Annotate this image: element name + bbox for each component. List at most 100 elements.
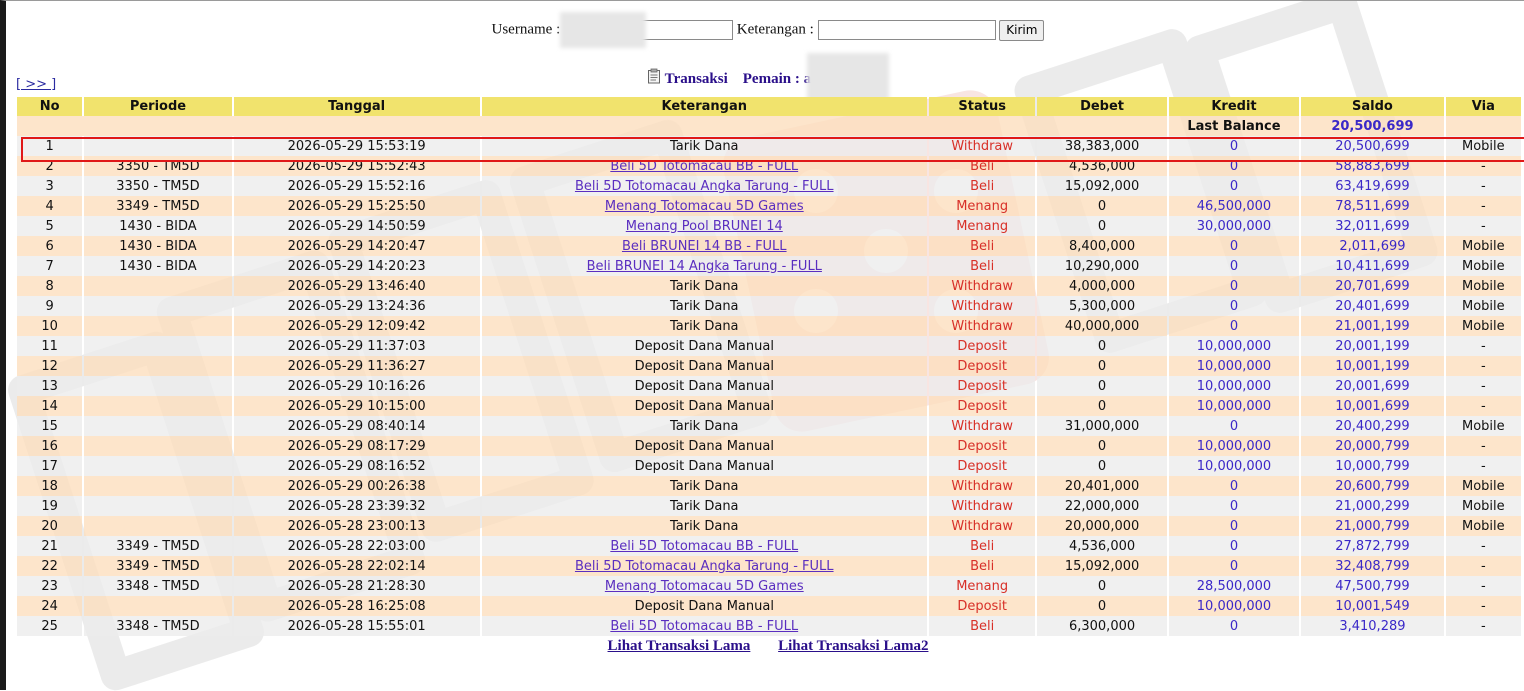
cell-debet: 0 [1037,356,1167,376]
cell-kredit: 10,000,000 [1168,336,1300,356]
cell-kredit: 10,000,000 [1168,356,1300,376]
cell-no: 23 [17,576,83,596]
cell-no: 24 [17,596,83,616]
keterangan-link[interactable]: Menang Pool BRUNEI 14 [626,219,783,234]
cell-status: Withdraw [929,516,1036,536]
cell-keterangan: Deposit Dana Manual [481,396,927,416]
cell-via: - [1445,556,1521,576]
cell-kredit: 0 [1168,536,1300,556]
column-header: Tanggal [233,97,480,116]
cell-via: Mobile [1445,516,1521,536]
cell-status: Withdraw [929,496,1036,516]
cell-periode: 3349 - TM5D [84,196,232,216]
cell-keterangan: Deposit Dana Manual [481,356,927,376]
keterangan-link[interactable]: Beli BRUNEI 14 BB - FULL [622,239,787,254]
cell-periode [84,296,232,316]
last-balance-label: Last Balance [1168,116,1300,136]
cell-tanggal: 2026-05-29 14:20:47 [233,236,480,256]
cell-saldo: 20,401,699 [1301,296,1444,316]
cell-keterangan: Beli 5D Totomacau BB - FULL [481,156,927,176]
cell-via: - [1445,616,1521,636]
transactions-table: No Periode Tanggal Keterangan Status Debet Kre… [15,97,1523,636]
cell-saldo: 2,011,699 [1301,236,1444,256]
keterangan-link[interactable]: Beli 5D Totomacau BB - FULL [610,619,798,634]
cell-via: - [1445,396,1521,416]
cell-keterangan: Menang Totomacau 5D Games [481,576,927,596]
table-row: 11 2026-05-29 11:37:03 Deposit Dana Manual… [17,336,1521,356]
cell-no: 20 [17,516,83,536]
table-header-row: No Periode Tanggal Keterangan Status Debet Kre… [17,97,1521,116]
keterangan-link[interactable]: Menang Totomacau 5D Games [605,579,804,594]
lihat-transaksi-lama-link[interactable]: Lihat Transaksi Lama [608,638,751,654]
table-row: 6 1430 - BIDA 2026-05-29 14:20:47 Beli BRUN… [17,236,1521,256]
keterangan-link[interactable]: Beli 5D Totomacau Angka Tarung - FULL [575,559,834,574]
table-row: 13 2026-05-29 10:16:26 Deposit Dana Manual… [17,376,1521,396]
cell-debet: 0 [1037,596,1167,616]
cell-kredit: 0 [1168,296,1300,316]
cell-debet: 0 [1037,336,1167,356]
cell-saldo: 20,001,699 [1301,376,1444,396]
username-input[interactable] [640,20,733,40]
cell-periode [84,336,232,356]
cell-debet: 40,000,000 [1037,316,1167,336]
cell-keterangan: Tarik Dana [481,316,927,336]
keterangan-link[interactable]: Beli 5D Totomacau Angka Tarung - FULL [575,179,834,194]
cell-status: Withdraw [929,416,1036,436]
cell-periode [84,516,232,536]
cell-periode: 1430 - BIDA [84,236,232,256]
cell-periode [84,396,232,416]
cell-debet: 10,290,000 [1037,256,1167,276]
cell-keterangan: Deposit Dana Manual [481,376,927,396]
cell-debet: 0 [1037,436,1167,456]
cell-debet: 0 [1037,376,1167,396]
cell-tanggal: 2026-05-29 08:17:29 [233,436,480,456]
keterangan-link[interactable]: Beli BRUNEI 14 Angka Tarung - FULL [587,259,822,274]
table-row: 22 3349 - TM5D 2026-05-28 22:02:14 Beli 5D … [17,556,1521,576]
username-label: Username : [491,21,561,38]
cell-tanggal: 2026-05-28 22:02:14 [233,556,480,576]
cell-no: 15 [17,416,83,436]
column-header: Status [929,97,1036,116]
cell-via: Mobile [1445,316,1521,336]
cell-status: Beli [929,256,1036,276]
cell-no: 12 [17,356,83,376]
cell-periode [84,356,232,376]
search-form: Username : Keterangan : Kirim [6,12,1524,48]
cell-via: Mobile [1445,256,1521,276]
redacted-pemain [806,53,889,101]
cell-debet: 20,401,000 [1037,476,1167,496]
cell-via: - [1445,196,1521,216]
kirim-button[interactable]: Kirim [999,19,1045,41]
cell-periode: 3349 - TM5D [84,536,232,556]
table-row: 16 2026-05-29 08:17:29 Deposit Dana Manual… [17,436,1521,456]
cell-kredit: 0 [1168,176,1300,196]
next-page-link[interactable]: [ >> ] [16,77,56,92]
cell-keterangan: Beli 5D Totomacau BB - FULL [481,616,927,636]
cell-keterangan: Beli BRUNEI 14 BB - FULL [481,236,927,256]
cell-tanggal: 2026-05-29 15:52:16 [233,176,480,196]
cell-via: - [1445,176,1521,196]
cell-periode: 3350 - TM5D [84,176,232,196]
keterangan-link[interactable]: Beli 5D Totomacau BB - FULL [610,539,798,554]
keterangan-input[interactable] [817,20,996,40]
cell-status: Withdraw [929,296,1036,316]
column-header: Keterangan [481,97,927,116]
keterangan-link[interactable]: Menang Totomacau 5D Games [605,199,804,214]
table-row: 10 2026-05-29 12:09:42 Tarik Dana Withdraw 4… [17,316,1521,336]
cell-periode: 3348 - TM5D [84,576,232,596]
cell-saldo: 21,000,299 [1301,496,1444,516]
cell-via: - [1445,576,1521,596]
cell-saldo: 32,408,799 [1301,556,1444,576]
cell-via: - [1445,596,1521,616]
column-header: Saldo [1301,97,1444,116]
cell-no: 1 [17,136,83,156]
keterangan-link[interactable]: Beli 5D Totomacau BB - FULL [610,159,798,174]
cell-keterangan: Beli 5D Totomacau Angka Tarung - FULL [481,556,927,576]
cell-periode: 1430 - BIDA [84,216,232,236]
lihat-transaksi-lama2-link[interactable]: Lihat Transaksi Lama2 [778,638,928,654]
cell-no: 4 [17,196,83,216]
cell-via: - [1445,376,1521,396]
cell-kredit: 0 [1168,236,1300,256]
cell-debet: 0 [1037,396,1167,416]
cell-status: Beli [929,176,1036,196]
